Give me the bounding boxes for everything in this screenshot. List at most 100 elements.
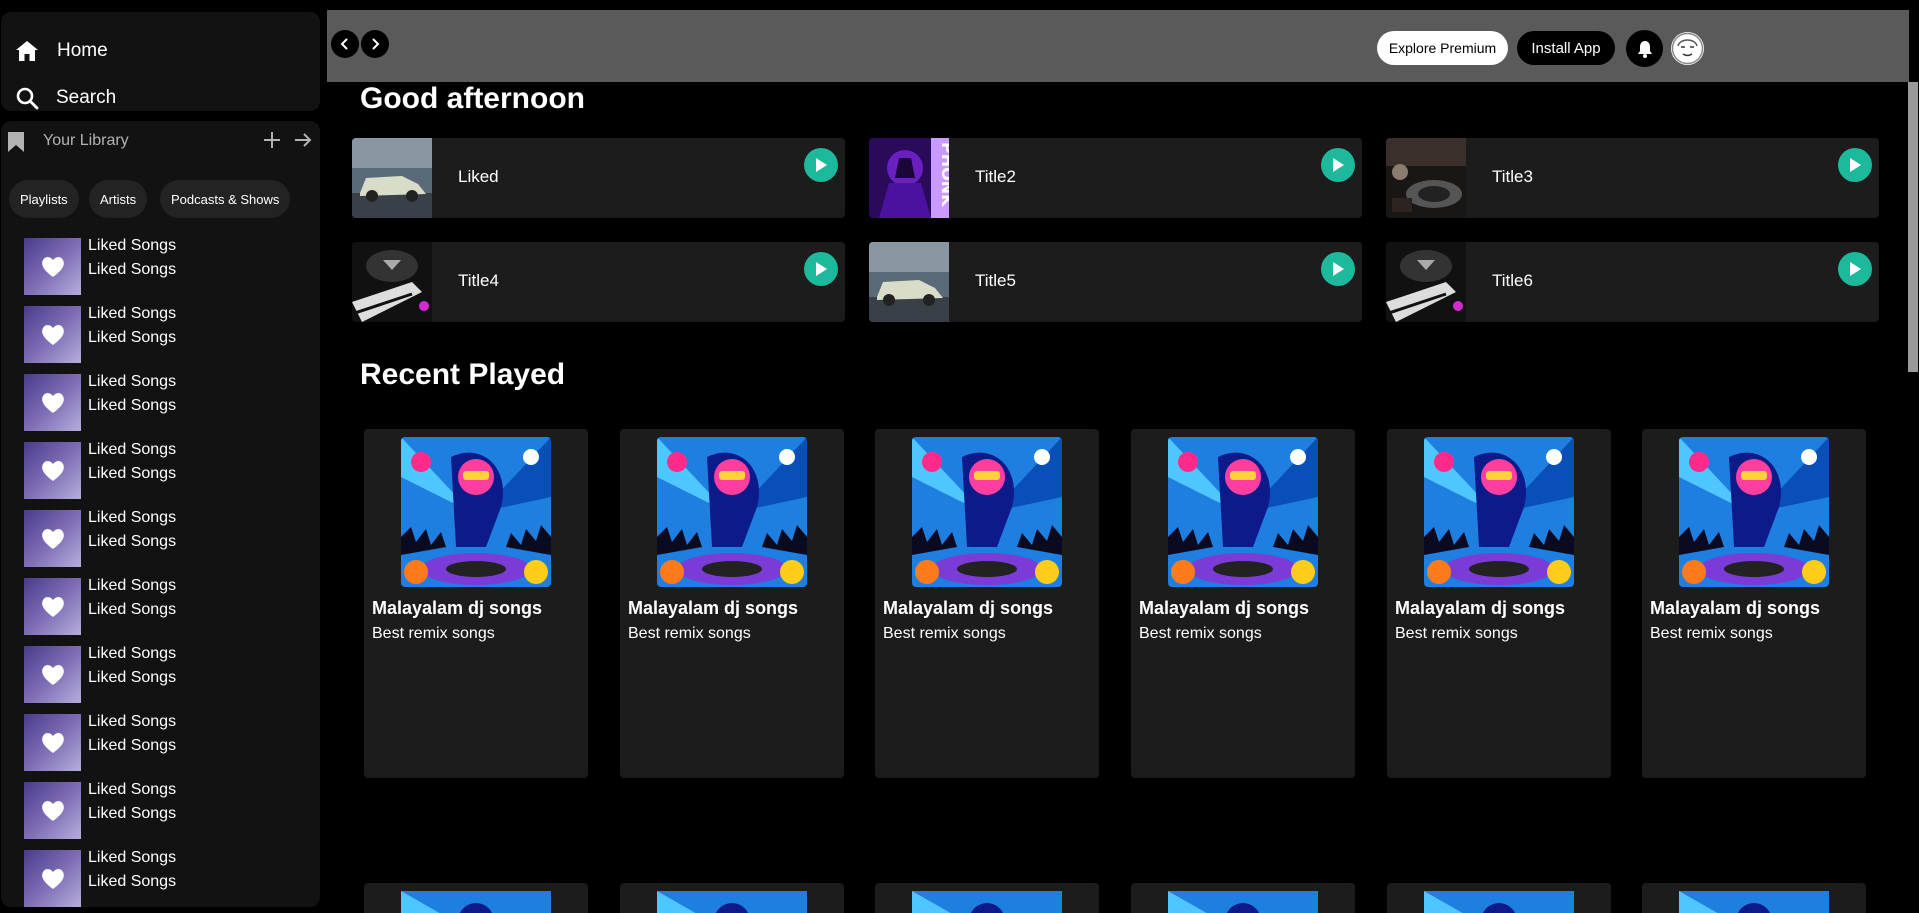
play-button[interactable]: [1321, 252, 1355, 286]
chip-podcasts-shows[interactable]: Podcasts & Shows: [160, 180, 291, 218]
nav-search-label: Search: [56, 87, 117, 108]
nav-home-label: Home: [57, 40, 108, 61]
heart-icon: [41, 732, 64, 753]
play-button[interactable]: [1321, 148, 1355, 182]
liked-songs-cover: [24, 714, 81, 771]
recent-card[interactable]: Malayalam dj songs Best remix songs: [875, 429, 1099, 778]
recent-card-partial[interactable]: [364, 883, 588, 913]
library-item[interactable]: Liked Songs Liked Songs: [1, 710, 320, 778]
library-item[interactable]: Liked Songs Liked Songs: [1, 438, 320, 506]
play-button[interactable]: [1838, 148, 1872, 182]
quick-pick-card[interactable]: Title6: [1386, 242, 1879, 322]
recent-card-subtitle: Best remix songs: [883, 625, 1006, 642]
recent-card-title: Malayalam dj songs: [372, 598, 543, 618]
svg-text:PHONK: PHONK: [938, 142, 949, 207]
nav-home[interactable]: Home: [14, 31, 108, 71]
library-item[interactable]: Liked Songs Liked Songs: [1, 370, 320, 438]
quick-pick-title: Title4: [458, 271, 499, 290]
back-button[interactable]: [331, 30, 359, 58]
library-icon[interactable]: [7, 131, 25, 153]
car-art: [352, 138, 432, 218]
quick-pick-card[interactable]: Title5: [869, 242, 1362, 322]
sidebar-nav-panel: Home Search: [1, 12, 320, 111]
avatar[interactable]: [1671, 32, 1704, 65]
library-item[interactable]: Liked Songs Liked Songs: [1, 234, 320, 302]
play-icon: [816, 158, 827, 172]
recent-card[interactable]: Malayalam dj songs Best remix songs: [620, 429, 844, 778]
heart-icon: [41, 460, 64, 481]
play-icon: [1850, 158, 1861, 172]
library-item[interactable]: Liked Songs Liked Songs: [1, 846, 320, 907]
library-item[interactable]: Liked Songs Liked Songs: [1, 642, 320, 710]
install-app-button[interactable]: Install App: [1517, 31, 1615, 65]
heart-icon: [41, 664, 64, 685]
recent-card[interactable]: Malayalam dj songs Best remix songs: [1387, 429, 1611, 778]
library-item-subtitle: Liked Songs: [88, 533, 177, 550]
recent-card-subtitle: Best remix songs: [628, 625, 751, 642]
heart-icon: [41, 528, 64, 549]
library-item-subtitle: Liked Songs: [88, 601, 177, 618]
dj-album-art: [1168, 437, 1318, 587]
quick-pick-card[interactable]: Title4: [352, 242, 845, 322]
recent-card-partial[interactable]: [875, 883, 1099, 913]
library-title[interactable]: Your Library: [43, 132, 129, 150]
dj-album-art: [1168, 891, 1318, 913]
play-button[interactable]: [804, 252, 838, 286]
quick-pick-card[interactable]: Liked: [352, 138, 845, 218]
recent-card-partial[interactable]: [620, 883, 844, 913]
quick-pick-card[interactable]: PHONK Title2: [869, 138, 1362, 218]
library-item-title: Liked Songs: [88, 373, 177, 390]
speaker-art: [352, 242, 432, 322]
recent-card[interactable]: Malayalam dj songs Best remix songs: [364, 429, 588, 778]
arrow-right-icon[interactable]: [292, 129, 314, 151]
liked-songs-cover: [24, 238, 81, 295]
heart-icon: [41, 324, 64, 345]
forward-button[interactable]: [361, 30, 389, 58]
plus-icon[interactable]: [261, 129, 283, 151]
library-item[interactable]: Liked Songs Liked Songs: [1, 302, 320, 370]
dj-album-art: [1679, 891, 1829, 913]
bell-icon: [1637, 40, 1652, 58]
main-content: Explore Premium Install App Good afterno…: [327, 8, 1918, 913]
play-icon: [1850, 262, 1861, 276]
liked-songs-cover: [24, 510, 81, 567]
library-item[interactable]: Liked Songs Liked Songs: [1, 574, 320, 642]
recent-card-title: Malayalam dj songs: [1139, 598, 1310, 618]
phonk-art: PHONK: [869, 138, 957, 218]
play-button[interactable]: [1838, 252, 1872, 286]
play-icon: [1333, 262, 1344, 276]
heart-icon: [41, 800, 64, 821]
user-face-icon: [1671, 32, 1704, 65]
library-item[interactable]: Liked Songs Liked Songs: [1, 778, 320, 846]
chip-playlists[interactable]: Playlists: [9, 180, 79, 218]
library-item-title: Liked Songs: [88, 509, 177, 526]
greeting-heading: Good afternoon: [360, 82, 585, 115]
library-item-title: Liked Songs: [88, 781, 177, 798]
recent-card-partial[interactable]: [1131, 883, 1355, 913]
play-button[interactable]: [804, 148, 838, 182]
library-item-title: Liked Songs: [88, 713, 177, 730]
nav-search[interactable]: Search: [14, 78, 116, 118]
explore-premium-button[interactable]: Explore Premium: [1377, 31, 1508, 65]
heart-icon: [41, 868, 64, 889]
speaker-art: [1386, 242, 1466, 322]
recent-card-subtitle: Best remix songs: [1650, 625, 1773, 642]
recent-card-partial[interactable]: [1387, 883, 1611, 913]
recent-card[interactable]: Malayalam dj songs Best remix songs: [1642, 429, 1866, 778]
recent-card-partial[interactable]: [1642, 883, 1866, 913]
quick-pick-card[interactable]: Title3: [1386, 138, 1879, 218]
quick-pick-title: Title3: [1492, 167, 1533, 186]
recent-card[interactable]: Malayalam dj songs Best remix songs: [1131, 429, 1355, 778]
chevron-right-icon: [372, 38, 380, 50]
notifications-button[interactable]: [1626, 30, 1663, 67]
quick-pick-title: Liked: [458, 167, 499, 186]
scrollbar[interactable]: [1908, 82, 1918, 372]
heart-icon: [41, 256, 64, 277]
recent-card-subtitle: Best remix songs: [372, 625, 495, 642]
recent-card-title: Malayalam dj songs: [1395, 598, 1566, 618]
top-bar: Explore Premium Install App: [327, 10, 1909, 82]
library-list: Liked Songs Liked Songs Liked Songs Like…: [1, 234, 320, 907]
library-item[interactable]: Liked Songs Liked Songs: [1, 506, 320, 574]
quick-pick-title: Title2: [975, 167, 1016, 186]
chip-artists[interactable]: Artists: [89, 180, 148, 218]
